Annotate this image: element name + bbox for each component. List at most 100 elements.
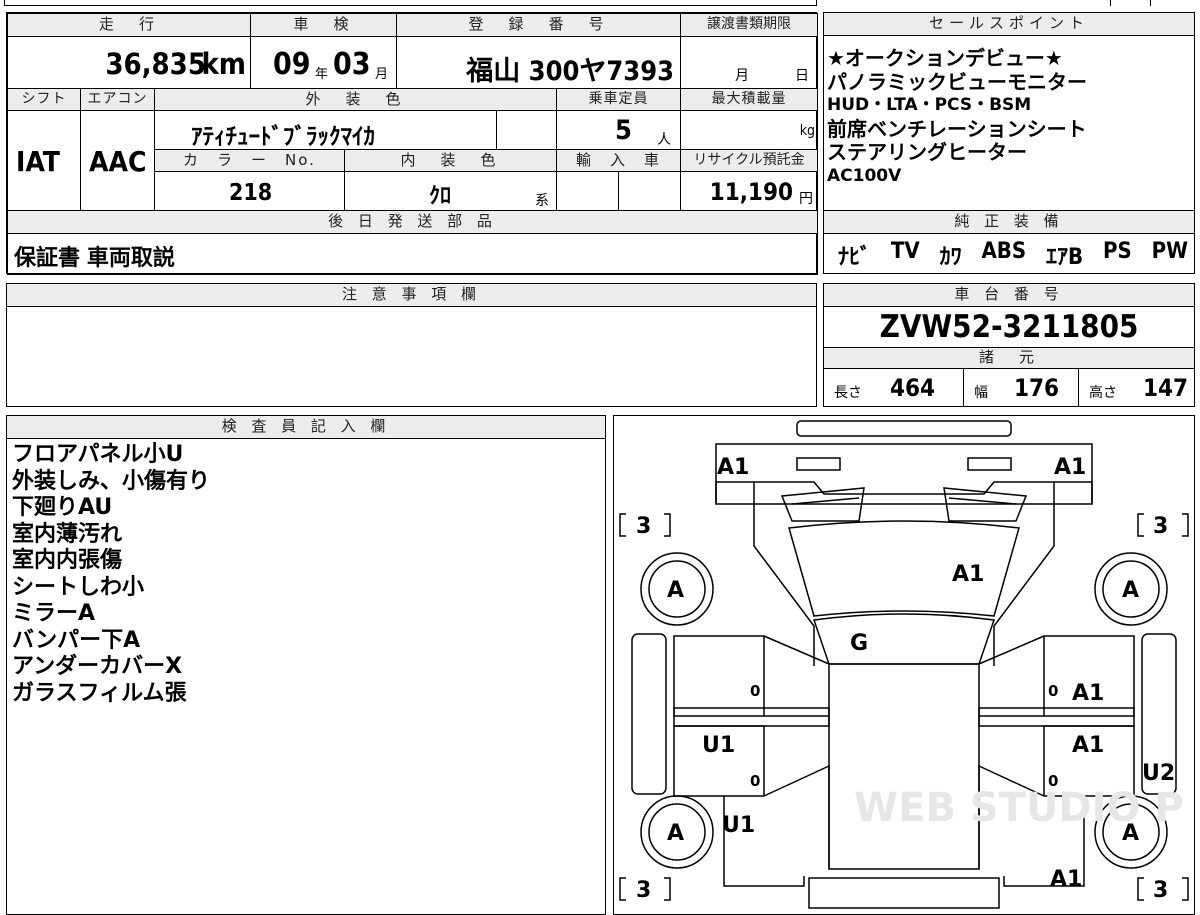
equipment-item: TV: [890, 239, 920, 264]
transfer-deadline-cell: 月 日: [680, 36, 818, 89]
label-front-left: A1: [717, 455, 749, 480]
equipment-item: PS: [1102, 239, 1132, 264]
dimension-height-value: 147: [1143, 374, 1189, 402]
car-diagram: WEB STUDIO P A1 A1 3 3 3 3 A A A A A1 G …: [619, 420, 1189, 909]
sales-points-header: セールスポイント: [823, 12, 1195, 36]
label-tire-tl: 3: [636, 514, 651, 539]
color-no-cell: 218: [154, 171, 345, 211]
inspector-note: シートしわ小: [12, 574, 145, 600]
chassis-value: ZVW52-3211805: [879, 309, 1139, 345]
top-edge-divider: [1110, 0, 1111, 6]
sales-point-line: パノラミックビューモニター: [827, 69, 1087, 94]
label-quarter-right: U2: [1142, 761, 1175, 786]
shaken-year-unit: 年: [315, 67, 329, 82]
import-header: 輸 入 車: [556, 149, 681, 172]
rear-bumper: [808, 877, 1000, 909]
fog-lamp-right: [967, 457, 1012, 471]
headlamp-right-line: [948, 497, 1017, 505]
ac-cell: AAC: [80, 110, 155, 211]
side-sill-left: [631, 633, 667, 795]
inspector-note: 室内薄汚れ: [12, 521, 123, 547]
label-door-zero: 0: [1048, 682, 1058, 700]
label-tire-tr: 3: [1153, 514, 1168, 539]
sales-points-list: ★オークションデビュー★ パノラミックビューモニター HUD・LTA・PCS・B…: [827, 46, 1187, 188]
sales-point-line: ステアリングヒーター: [827, 140, 1027, 164]
label-rear-right: A1: [1050, 867, 1082, 892]
dimension-width-label: 幅: [974, 385, 988, 401]
roof: [828, 663, 980, 870]
chassis-header: 車 台 番 号: [823, 283, 1195, 307]
recycle-deposit-unit: 円: [799, 191, 813, 207]
vehicle-info-grid: 走 行 車 検 登 録 番 号 譲渡書類期限 36,835 km 09 年 03…: [6, 12, 818, 275]
recycle-deposit-value: 11,190: [709, 178, 793, 206]
registration-value: 福山 300ヤ7393: [466, 56, 674, 87]
max-load-unit: kg: [799, 123, 815, 139]
dimension-width-value: 176: [1014, 374, 1060, 402]
recycle-deposit-header: リサイクル預託金: [680, 149, 818, 172]
right-fender-line: [993, 481, 1093, 666]
later-parts-value: 保証書 車両取説: [14, 246, 175, 271]
mileage-unit: km: [201, 47, 246, 81]
b-pillar-right: [978, 707, 1135, 727]
label-windshield: G: [850, 631, 868, 656]
inspector-note: フロアパネル小U: [12, 442, 184, 467]
label-tire-br: 3: [1153, 878, 1168, 903]
sales-point-line: HUD・LTA・PCS・BSM: [827, 95, 1032, 115]
windshield: [812, 613, 996, 665]
ac-value: AAC: [89, 145, 147, 178]
shift-header: シフト: [7, 88, 81, 111]
sales-points-box: セールスポイント ★オークションデビュー★ パノラミックビューモニター HUD・…: [823, 12, 1195, 274]
sales-point-line: AC100V: [827, 165, 902, 186]
interior-color-suffix: 系: [535, 193, 549, 209]
import-cell-right: [618, 171, 681, 211]
transfer-deadline-header: 譲渡書類期限: [680, 13, 818, 37]
label-wheel-rr: A: [1122, 821, 1139, 846]
top-edge-divider-2: [1150, 0, 1151, 6]
front-bumper: [715, 443, 1093, 505]
inspector-notes-list: フロアパネル小U 外装しみ、小傷有り 下廻りAU 室内薄汚れ 室内内張傷 シート…: [12, 442, 592, 707]
equipment-list: ﾅﾋﾞ TV ｶﾜ ABS ｴｱB PS PW: [838, 239, 1188, 271]
recycle-deposit-cell: 11,190 円: [680, 171, 818, 211]
b-pillar-left: [673, 707, 830, 727]
interior-color-header: 内 装 色: [344, 149, 557, 172]
color-no-value: 218: [229, 180, 273, 206]
front-bumper-bar: [796, 420, 1012, 437]
dimension-height-label: 高さ: [1089, 385, 1117, 401]
hood: [788, 520, 1020, 617]
chassis-value-cell: ZVW52-3211805: [824, 306, 1194, 348]
max-load-header: 最大積載量: [680, 88, 818, 111]
shaken-cell: 09 年 03 月: [250, 36, 397, 89]
shaken-month: 03: [333, 47, 371, 82]
top-edge-row: [4, 0, 817, 6]
inspector-note: ミラーA: [12, 601, 96, 626]
equipment-item: ｴｱB: [1046, 245, 1084, 270]
exterior-color-extra-cell: [496, 110, 557, 150]
inspector-box: 検 査 員 記 入 欄 フロアパネル小U 外装しみ、小傷有り 下廻りAU 室内薄…: [6, 415, 606, 915]
label-tire-bl: 3: [636, 878, 651, 903]
mileage-value: 36,835: [105, 47, 206, 81]
fog-lamp-left: [796, 457, 841, 471]
capacity-unit: 人: [657, 132, 671, 148]
dimension-length-value: 464: [890, 374, 936, 402]
dimension-length-cell: 長さ 464: [823, 368, 964, 407]
label-wheel-fr: A: [1122, 578, 1139, 603]
label-wheel-fl: A: [667, 578, 684, 603]
headlamp-left-line: [791, 497, 860, 505]
sales-point-line: ★オークションデビュー★: [827, 46, 1063, 70]
chassis-box: 車 台 番 号 ZVW52-3211805 諸 元 長さ 464 幅 176 高…: [823, 283, 1195, 407]
inspector-note: ガラスフィルム張: [12, 680, 187, 706]
capacity-value: 5: [615, 115, 632, 146]
label-rear-door-left: U1: [702, 733, 735, 758]
exterior-color-header: 外 装 色: [154, 88, 557, 111]
shaken-month-unit: 月: [375, 67, 389, 82]
inspector-note: アンダーカバーX: [12, 654, 183, 679]
label-rear-left: U1: [722, 813, 755, 838]
inspector-note: 外装しみ、小傷有り: [12, 468, 211, 494]
transfer-day-unit: 日: [795, 68, 809, 84]
rear-quarter-left: [763, 764, 830, 869]
label-front-right: A1: [1054, 455, 1086, 480]
label-door-zero: 0: [1048, 772, 1058, 790]
shift-value: IAT: [16, 145, 60, 178]
caution-box: 注 意 事 項 欄: [6, 283, 817, 407]
mileage-cell: 36,835 km: [7, 36, 251, 89]
